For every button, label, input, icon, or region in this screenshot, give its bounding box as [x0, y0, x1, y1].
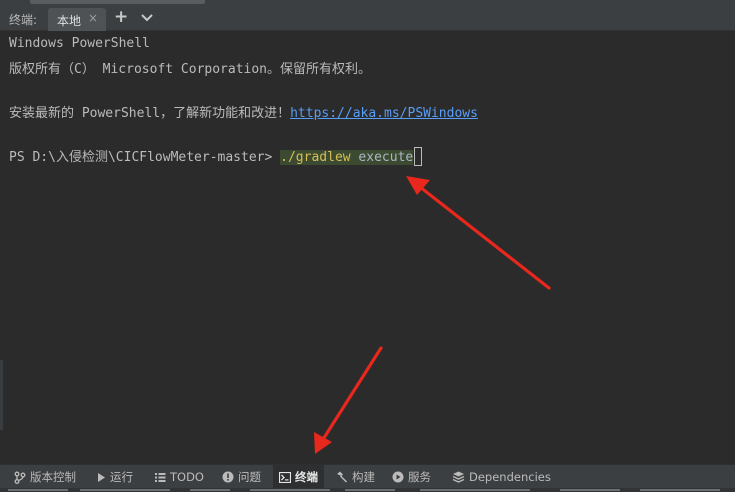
bottom-status-sliver — [0, 488, 735, 492]
terminal-prompt-line: PS D:\入侵检测\CICFlowMeter-master> ./gradle… — [9, 146, 423, 166]
hammer-icon — [337, 471, 347, 483]
text-cursor — [414, 147, 423, 166]
terminal-tool-button[interactable]: 终端 — [273, 465, 324, 489]
terminal-output[interactable]: Windows PowerShell 版权所有（C） Microsoft Cor… — [0, 31, 735, 464]
vcs-label: 版本控制 — [30, 470, 76, 484]
services-icon — [392, 471, 404, 483]
dependencies-icon — [452, 471, 465, 483]
build-tool-button[interactable]: 构建 — [336, 465, 375, 489]
terminal-panel-label: 终端: — [9, 13, 38, 27]
play-icon — [98, 472, 105, 482]
build-label: 构建 — [352, 470, 375, 484]
todo-tool-button[interactable]: TODO — [155, 465, 204, 489]
run-tool-button[interactable]: 运行 — [96, 465, 133, 489]
powershell-link[interactable]: https://aka.ms/PSWindows — [290, 106, 478, 121]
services-label: 服务 — [408, 470, 431, 484]
command-input[interactable]: ./gradlew execute — [280, 150, 414, 165]
problems-label: 问题 — [238, 470, 261, 484]
info-icon — [222, 471, 234, 483]
tool-window-bar: 版本控制 运行 TODO 问题 终端 构建 服务 Dependencies — [0, 464, 735, 489]
terminal-icon — [279, 471, 291, 483]
todo-label: TODO — [170, 470, 204, 484]
terminal-line: Windows PowerShell — [9, 36, 150, 51]
dependencies-label: Dependencies — [469, 470, 551, 484]
add-tab-icon[interactable]: + — [114, 7, 128, 27]
close-icon[interactable]: × — [88, 11, 98, 25]
services-tool-button[interactable]: 服务 — [392, 465, 431, 489]
terminal-label: 终端 — [295, 470, 318, 484]
terminal-tabbar: 终端: 本地 × + — [0, 5, 735, 31]
terminal-line: 版权所有（C） Microsoft Corporation。保留所有权利。 — [9, 62, 372, 77]
chevron-down-icon[interactable] — [140, 12, 154, 24]
left-scroll-edge — [0, 360, 3, 430]
command-executable: ./gradlew — [280, 150, 351, 165]
list-icon — [155, 472, 166, 482]
dependencies-tool-button[interactable]: Dependencies — [452, 465, 551, 489]
vcs-tool-button[interactable]: 版本控制 — [14, 465, 76, 489]
terminal-text: 安装最新的 PowerShell，了解新功能和改进！ — [9, 106, 291, 121]
branch-icon — [14, 471, 26, 484]
tab-local[interactable]: 本地 × — [48, 8, 106, 31]
tab-local-label: 本地 — [57, 14, 82, 28]
terminal-line: 安装最新的 PowerShell，了解新功能和改进！https://aka.ms… — [9, 102, 478, 121]
command-argument: execute — [350, 150, 414, 165]
problems-tool-button[interactable]: 问题 — [222, 465, 261, 489]
prompt-text: PS D:\入侵检测\CICFlowMeter-master> — [9, 150, 281, 165]
horizontal-scroll-thumb[interactable] — [30, 0, 205, 4]
run-label: 运行 — [110, 470, 133, 484]
